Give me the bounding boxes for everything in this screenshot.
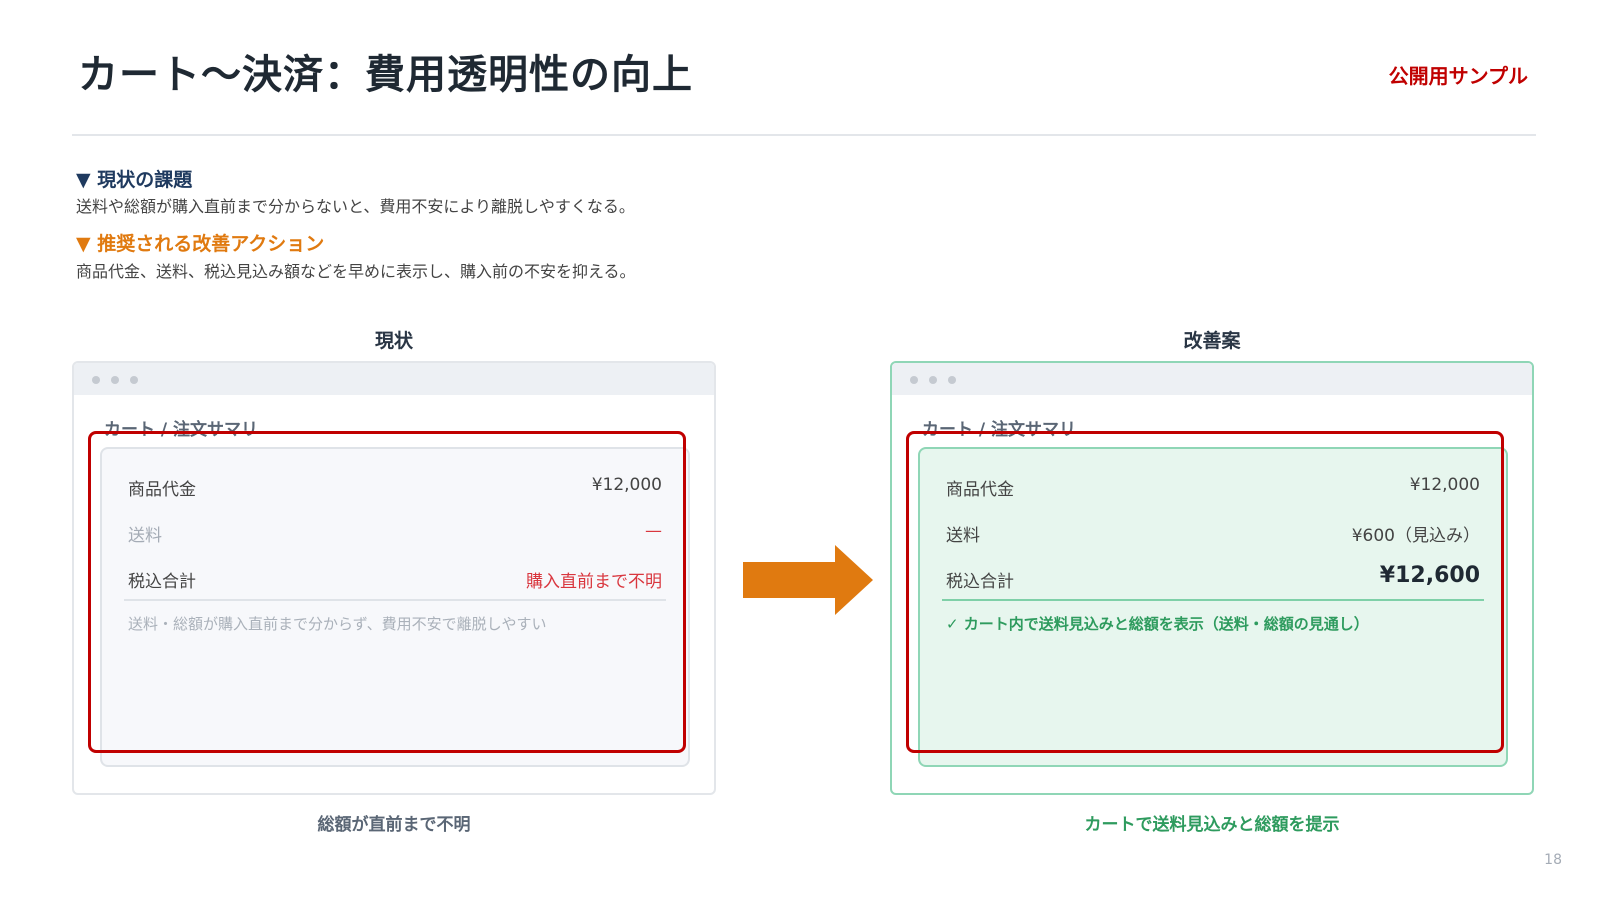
action-heading: ▼ 推奨される改善アクション (76, 233, 325, 255)
window-dot (92, 376, 100, 384)
current-label: 現状 (374, 330, 413, 352)
window-dot (130, 376, 138, 384)
action-text: 商品代金、送料、税込見込み額などを早めに表示し、購入前の不安を抑える。 (76, 262, 636, 281)
slide-title: カート〜決済：費用透明性の向上 (78, 52, 693, 98)
right-arrow-icon (743, 545, 873, 615)
current-caption: 総額が直前まで不明 (317, 815, 471, 835)
sample-tag: 公開用サンプル (1388, 64, 1528, 88)
window-titlebar (74, 363, 714, 395)
issue-text: 送料や総額が購入直前まで分からないと、費用不安により離脱しやすくなる。 (76, 197, 635, 216)
window-dot (929, 376, 937, 384)
highlight-box (88, 431, 686, 753)
window-dot (948, 376, 956, 384)
proposal-label: 改善案 (1183, 330, 1241, 352)
issue-heading: ▼ 現状の課題 (76, 169, 193, 191)
window-titlebar (892, 363, 1532, 395)
proposal-caption: カートで送料見込みと総額を提示 (1084, 815, 1340, 835)
title-divider (72, 134, 1536, 136)
page-number: 18 (1544, 852, 1562, 868)
window-dot (910, 376, 918, 384)
highlight-box (906, 431, 1504, 753)
window-dot (111, 376, 119, 384)
